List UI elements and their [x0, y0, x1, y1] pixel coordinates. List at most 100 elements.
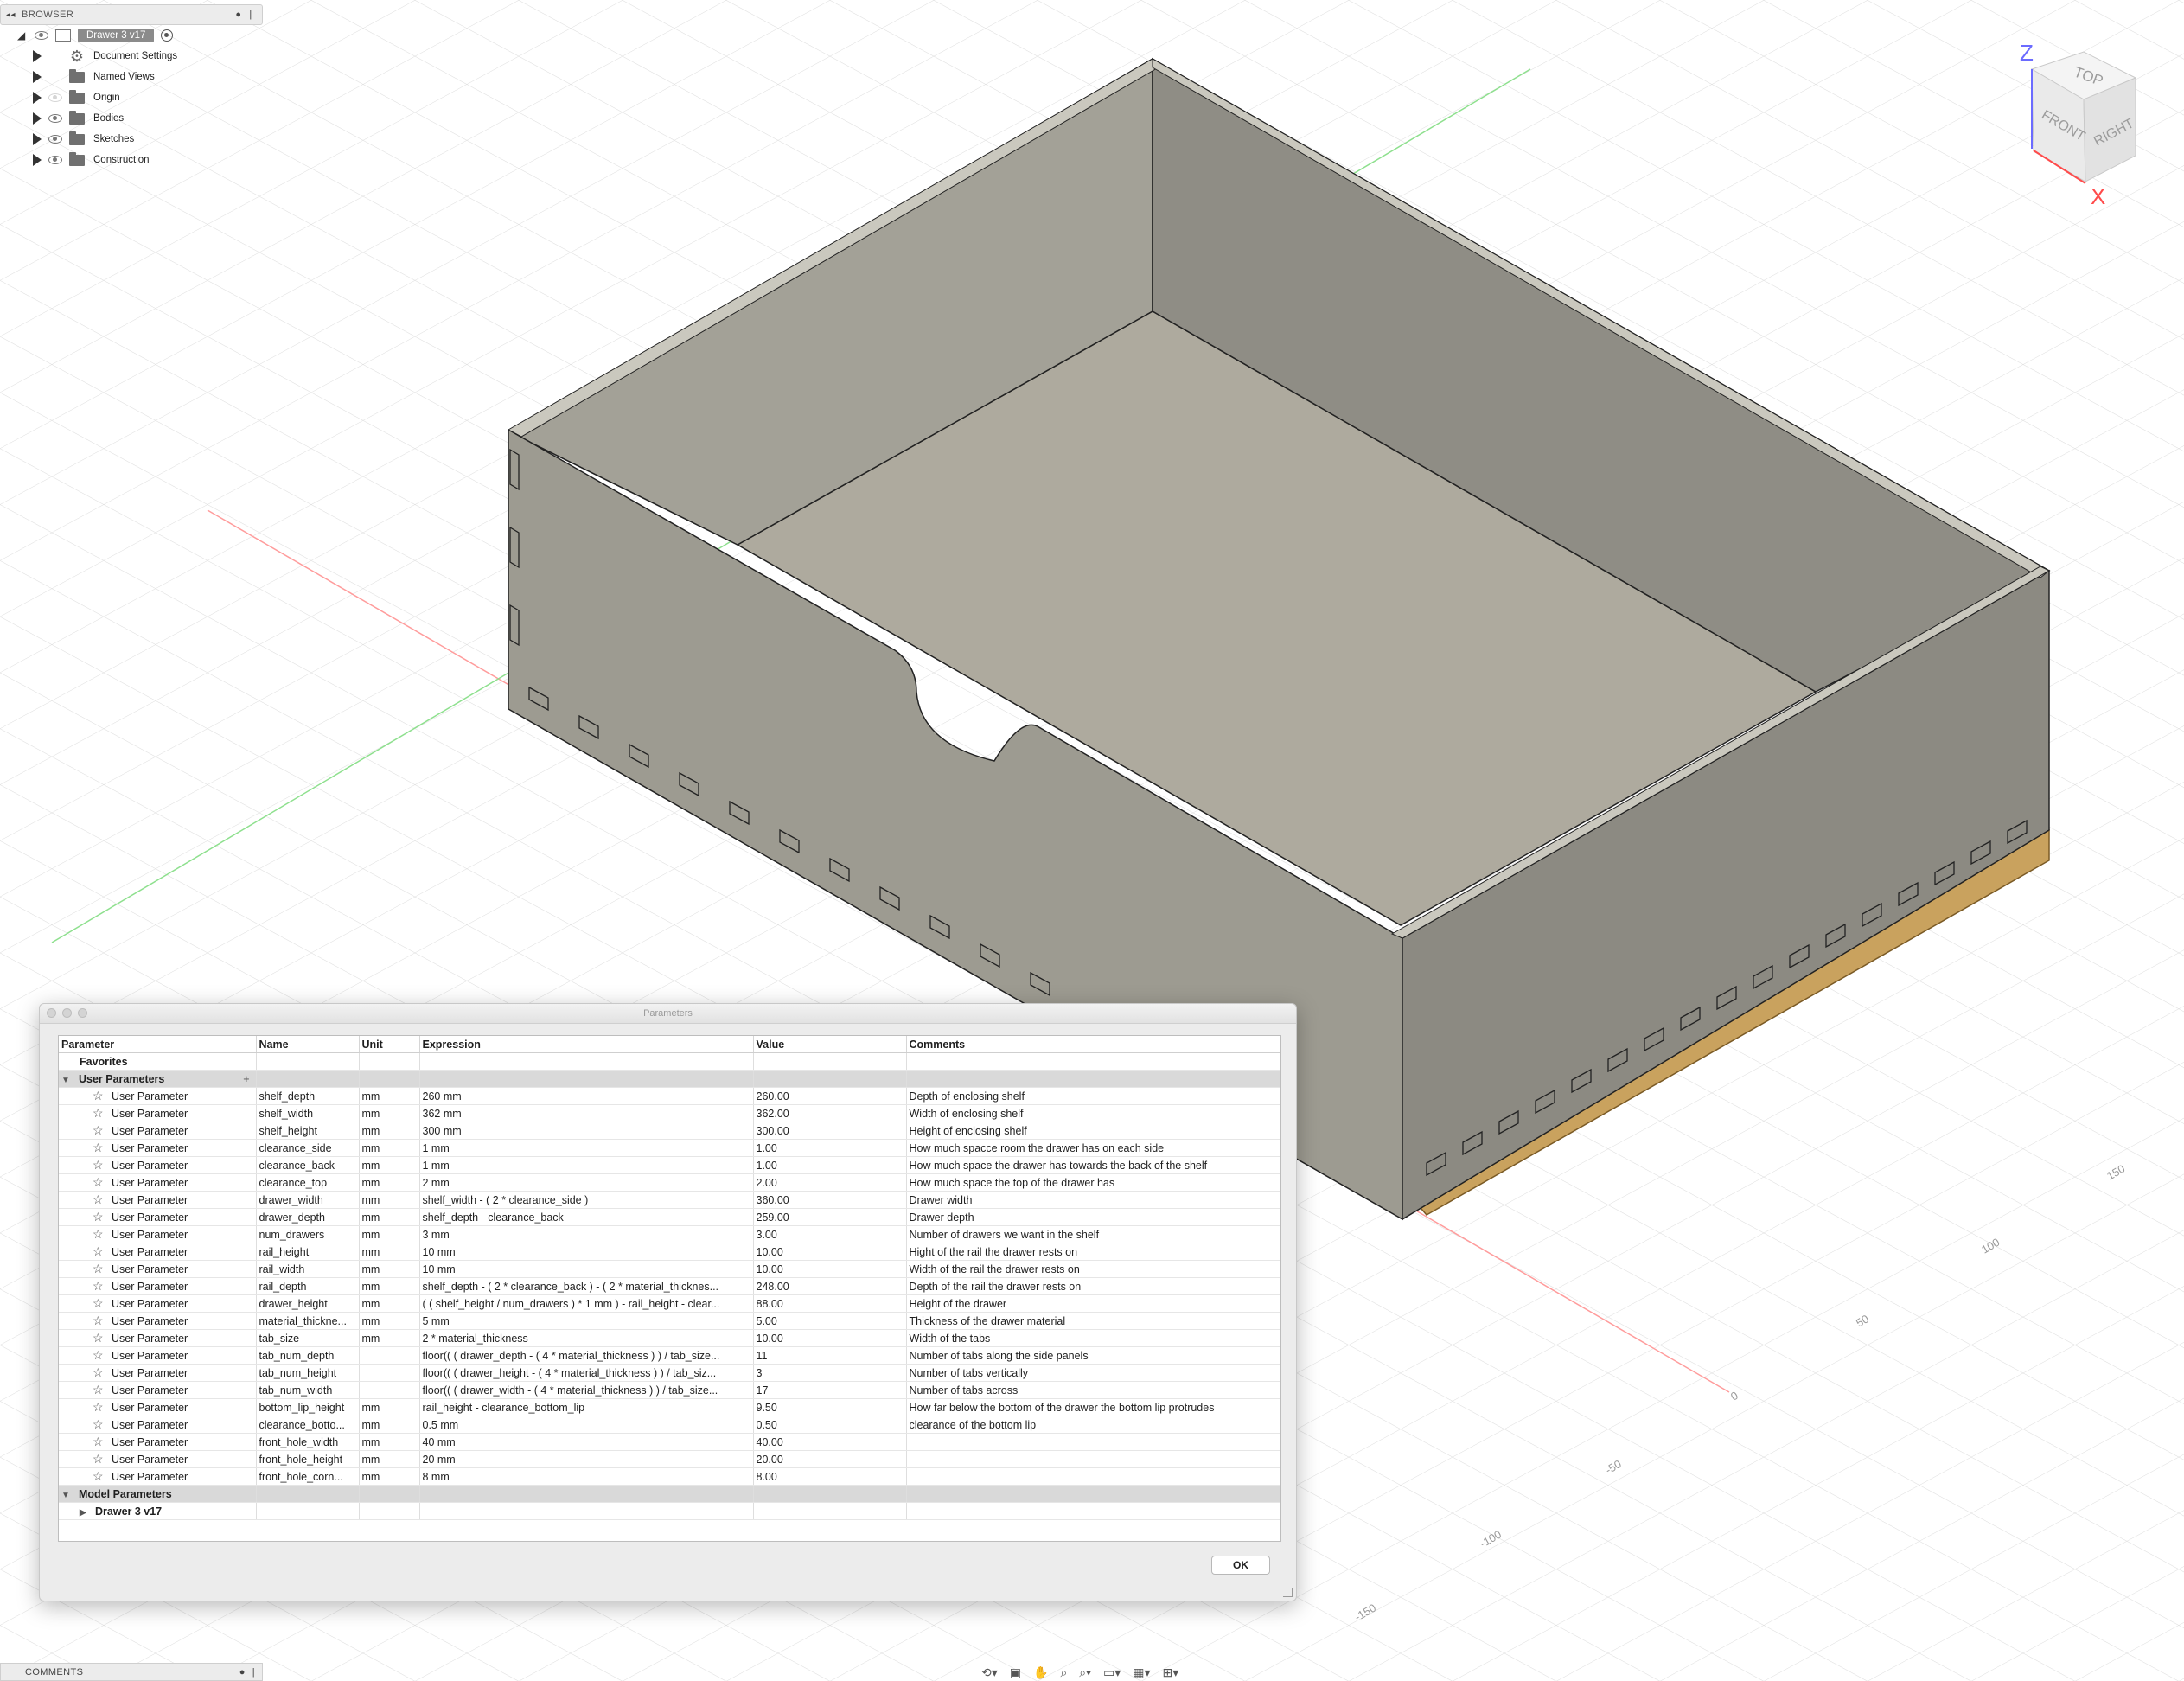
cell-expr[interactable]: 2 mm: [419, 1173, 754, 1192]
column-header[interactable]: Comments: [906, 1036, 1280, 1053]
table-row[interactable]: ☆ User Parameter tab_num_width floor(( ( dr…: [59, 1381, 1280, 1399]
cell-expr[interactable]: floor(( ( drawer_height - ( 4 * material…: [419, 1364, 754, 1382]
table-row[interactable]: ☆ User Parameter front_hole_corn... mm 8 mm 8…: [59, 1467, 1280, 1486]
cell-expr[interactable]: rail_height - clearance_bottom_lip: [419, 1398, 754, 1416]
cell-expr[interactable]: 3 mm: [419, 1225, 754, 1243]
table-row[interactable]: ☆ User Parameter clearance_top mm 2 mm 2.00 Ho…: [59, 1173, 1280, 1192]
pan-icon[interactable]: ✋: [1033, 1665, 1048, 1680]
cell-expr[interactable]: floor(( ( drawer_width - ( 4 * material_…: [419, 1381, 754, 1399]
minimize-window-icon[interactable]: [62, 1008, 72, 1018]
table-row[interactable]: ☆ User Parameter shelf_depth mm 260 mm 260.00…: [59, 1087, 1280, 1105]
expand-triangle-icon[interactable]: [33, 92, 42, 104]
table-row[interactable]: ☆ User Parameter clearance_botto... mm 0.5 m…: [59, 1416, 1280, 1434]
expand-triangle-icon[interactable]: [33, 133, 42, 145]
activate-component-icon[interactable]: [161, 29, 174, 42]
expand-triangle-icon[interactable]: ▶: [80, 1508, 90, 1518]
favorite-star-icon[interactable]: ☆: [93, 1331, 105, 1345]
browser-item-construction[interactable]: Construction: [0, 150, 263, 170]
favorite-star-icon[interactable]: ☆: [93, 1175, 105, 1190]
table-row[interactable]: ☆ User Parameter front_hole_width mm 40 mm 40…: [59, 1433, 1280, 1451]
orbit-icon[interactable]: ⟲▾: [981, 1665, 998, 1680]
table-row[interactable]: ☆ User Parameter front_hole_height mm 20 mm 2…: [59, 1450, 1280, 1468]
table-row[interactable]: ☆ User Parameter clearance_back mm 1 mm 1.00 H…: [59, 1156, 1280, 1174]
browser-pin-icon[interactable]: |: [245, 10, 257, 20]
favorite-star-icon[interactable]: ☆: [93, 1210, 105, 1224]
cell-expr[interactable]: floor(( ( drawer_depth - ( 4 * material_…: [419, 1346, 754, 1365]
favorite-star-icon[interactable]: ☆: [93, 1141, 105, 1155]
browser-item-sketches[interactable]: Sketches: [0, 129, 263, 150]
cell-expr[interactable]: 10 mm: [419, 1260, 754, 1278]
look-at-icon[interactable]: ▣: [1010, 1665, 1021, 1680]
cell-expr[interactable]: 10 mm: [419, 1243, 754, 1261]
browser-item-named-views[interactable]: Named Views: [0, 67, 263, 87]
user-parameters-group-row[interactable]: ▼ User Parameters +: [59, 1070, 1280, 1088]
favorite-star-icon[interactable]: ☆: [93, 1158, 105, 1173]
table-row[interactable]: ☆ User Parameter material_thickne... mm 5 mm…: [59, 1312, 1280, 1330]
favorites-row[interactable]: Favorites: [59, 1052, 1280, 1071]
favorite-star-icon[interactable]: ☆: [93, 1089, 105, 1103]
favorite-star-icon[interactable]: ☆: [93, 1227, 105, 1242]
favorite-star-icon[interactable]: ☆: [93, 1469, 105, 1484]
expand-triangle-icon[interactable]: [33, 112, 42, 125]
cell-expr[interactable]: 8 mm: [419, 1467, 754, 1486]
favorite-star-icon[interactable]: ☆: [93, 1400, 105, 1415]
cell-expr[interactable]: shelf_width - ( 2 * clearance_side ): [419, 1191, 754, 1209]
display-settings-icon[interactable]: ▭▾: [1103, 1665, 1121, 1680]
dialog-titlebar[interactable]: Parameters: [40, 1004, 1296, 1024]
favorite-star-icon[interactable]: ☆: [93, 1192, 105, 1207]
cell-expr[interactable]: ( ( shelf_height / num_drawers ) * 1 mm …: [419, 1294, 754, 1313]
resize-grip-icon[interactable]: [1283, 1588, 1293, 1597]
zoom-icon[interactable]: ⌕: [1060, 1665, 1067, 1680]
root-component-label[interactable]: Drawer 3 v17: [78, 29, 155, 42]
view-cube[interactable]: Z X TOP FRONT RIGHT: [1989, 35, 2162, 216]
expand-triangle-icon[interactable]: [33, 71, 42, 83]
favorite-star-icon[interactable]: ☆: [93, 1348, 105, 1363]
favorite-star-icon[interactable]: ☆: [93, 1279, 105, 1294]
browser-item-origin[interactable]: Origin: [0, 87, 263, 108]
column-header[interactable]: Unit: [359, 1036, 420, 1053]
expand-triangle-icon[interactable]: [33, 50, 42, 62]
table-row[interactable]: ☆ User Parameter rail_height mm 10 mm 10.00 Hi…: [59, 1243, 1280, 1261]
table-row[interactable]: ☆ User Parameter shelf_width mm 362 mm 362.00…: [59, 1104, 1280, 1122]
viewports-icon[interactable]: ⊞▾: [1163, 1665, 1179, 1680]
table-row[interactable]: ☆ User Parameter tab_size mm 2 * material_th…: [59, 1329, 1280, 1347]
model-component-row[interactable]: ▶ Drawer 3 v17: [59, 1502, 1280, 1520]
grid-icon[interactable]: ▦▾: [1133, 1665, 1150, 1680]
cell-expr[interactable]: 260 mm: [419, 1087, 754, 1105]
comments-pin-icon[interactable]: |: [252, 1667, 255, 1678]
cell-expr[interactable]: 2 * material_thickness: [419, 1329, 754, 1347]
parameters-table-container[interactable]: Parameter Name Unit Expression Value Com…: [58, 1035, 1281, 1542]
visibility-eye-icon[interactable]: [48, 156, 62, 164]
favorite-star-icon[interactable]: ☆: [93, 1123, 105, 1138]
comments-panel[interactable]: COMMENTS ● |: [0, 1663, 263, 1681]
column-header[interactable]: Expression: [419, 1036, 754, 1053]
table-row[interactable]: ☆ User Parameter clearance_side mm 1 mm 1.00 H…: [59, 1139, 1280, 1157]
cell-expr[interactable]: 5 mm: [419, 1312, 754, 1330]
favorite-star-icon[interactable]: ☆: [93, 1313, 105, 1328]
browser-item-document-settings[interactable]: ⚙ Document Settings: [0, 46, 263, 67]
column-header[interactable]: Value: [753, 1036, 907, 1053]
table-row[interactable]: ☆ User Parameter shelf_height mm 300 mm 300.0…: [59, 1122, 1280, 1140]
cell-expr[interactable]: shelf_depth - ( 2 * clearance_back ) - (…: [419, 1277, 754, 1295]
cell-expr[interactable]: 300 mm: [419, 1122, 754, 1140]
column-header[interactable]: Parameter: [59, 1036, 257, 1053]
visibility-eye-icon[interactable]: [35, 31, 48, 40]
favorite-star-icon[interactable]: ☆: [93, 1296, 105, 1311]
favorite-star-icon[interactable]: ☆: [93, 1452, 105, 1467]
table-row[interactable]: ☆ User Parameter tab_num_depth floor(( ( dr…: [59, 1346, 1280, 1365]
cell-expr[interactable]: 20 mm: [419, 1450, 754, 1468]
favorite-star-icon[interactable]: ☆: [93, 1365, 105, 1380]
add-parameter-icon[interactable]: +: [243, 1073, 249, 1085]
model-parameters-group-row[interactable]: ▼ Model Parameters: [59, 1485, 1280, 1503]
visibility-eye-icon[interactable]: [48, 93, 62, 102]
collapse-triangle-icon[interactable]: ▼: [61, 1076, 72, 1085]
cell-expr[interactable]: shelf_depth - clearance_back: [419, 1208, 754, 1226]
table-row[interactable]: ☆ User Parameter bottom_lip_height mm rail_h…: [59, 1398, 1280, 1416]
browser-settings-icon[interactable]: ●: [233, 10, 245, 20]
table-row[interactable]: ☆ User Parameter drawer_depth mm shelf_depth…: [59, 1208, 1280, 1226]
collapse-triangle-icon[interactable]: ▼: [61, 1491, 72, 1500]
comments-add-icon[interactable]: ●: [239, 1667, 246, 1678]
table-row[interactable]: ☆ User Parameter tab_num_height floor(( ( d…: [59, 1364, 1280, 1382]
favorite-star-icon[interactable]: ☆: [93, 1383, 105, 1397]
expand-triangle-icon[interactable]: [33, 154, 42, 166]
